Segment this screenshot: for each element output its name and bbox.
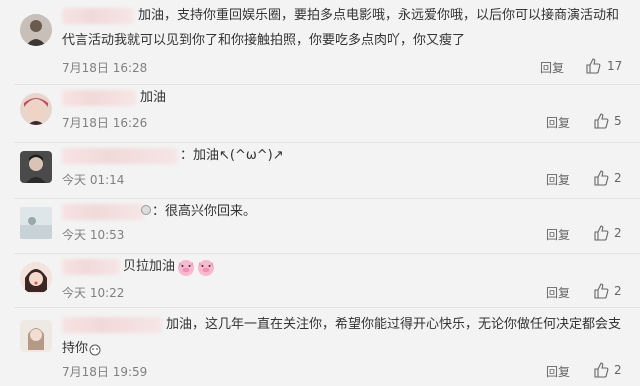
- username[interactable]: [62, 8, 134, 24]
- reply-button[interactable]: 回复: [546, 114, 570, 131]
- comment-item: 贝拉加油 今天 10:22 回复 2: [0, 254, 640, 307]
- like-count: 2: [614, 226, 622, 240]
- avatar[interactable]: [20, 262, 52, 294]
- like-count: 17: [607, 59, 623, 73]
- comment-text: 加油: [140, 90, 167, 105]
- comment-text-line2: 代言活动我就可以见到你了和你接触拍照，你要吃多点肉吖，你又瘦了: [62, 33, 466, 48]
- comment-time: 7月18日 19:59: [62, 365, 148, 379]
- like-count: 2: [614, 363, 622, 377]
- comment-text: 加油，这几年一直在关注你，希望你能过得开心快乐，无论你做任何决定都会支: [166, 317, 622, 332]
- avatar[interactable]: [20, 207, 52, 239]
- comment-text: 加油，支持你重回娱乐圈，要拍多点电影哦，永远爱你哦，以后你可以接商演活动和: [138, 8, 620, 23]
- thumbs-up-icon[interactable]: [593, 113, 609, 129]
- comment-list: 加油，支持你重回娱乐圈，要拍多点电影哦，永远爱你哦，以后你可以接商演活动和 代言…: [0, 0, 640, 386]
- avatar[interactable]: [20, 93, 52, 125]
- comment-time: 今天 10:53: [62, 228, 125, 242]
- comment-text-line2: 持你: [62, 341, 89, 356]
- comment-item: 加油，这几年一直在关注你，希望你能过得开心快乐，无论你做任何决定都会支 持你 7…: [0, 308, 640, 386]
- comment-time: 今天 10:22: [62, 286, 125, 300]
- emoji-icon: [89, 344, 101, 356]
- comment-time: 7月18日 16:26: [62, 116, 148, 130]
- reply-button[interactable]: 回复: [546, 171, 570, 188]
- username[interactable]: [62, 259, 120, 275]
- reply-button[interactable]: 回复: [546, 284, 570, 301]
- comment-item: 加油，支持你重回娱乐圈，要拍多点电影哦，永远爱你哦，以后你可以接商演活动和 代言…: [0, 0, 640, 84]
- comment-time: 今天 01:14: [62, 173, 125, 187]
- like-count: 2: [614, 284, 622, 298]
- thumbs-up-icon[interactable]: [593, 170, 609, 186]
- comment-text: ：加油↖(^ω^)↗: [180, 148, 284, 163]
- thumbs-up-icon[interactable]: [593, 225, 609, 241]
- reply-button[interactable]: 回复: [540, 59, 564, 76]
- avatar[interactable]: [20, 151, 52, 183]
- comment-item: 加油 7月18日 16:26 回复 5: [0, 85, 640, 142]
- comment-item: ：很高兴你回来。 今天 10:53 回复 2: [0, 199, 640, 253]
- reply-button[interactable]: 回复: [546, 363, 570, 380]
- thumbs-up-icon[interactable]: [593, 283, 609, 299]
- piglet-emoji-icon: [178, 260, 194, 276]
- username[interactable]: [62, 204, 144, 220]
- thumbs-up-icon[interactable]: [585, 58, 601, 74]
- like-count: 2: [614, 171, 622, 185]
- comment-text: ：很高兴你回来。: [152, 204, 257, 219]
- username[interactable]: [62, 148, 178, 164]
- username[interactable]: [62, 317, 162, 333]
- avatar[interactable]: [20, 320, 52, 352]
- username[interactable]: [62, 90, 136, 106]
- emoji-icon: [141, 205, 151, 215]
- thumbs-up-icon[interactable]: [593, 362, 609, 378]
- like-count: 5: [614, 114, 622, 128]
- avatar[interactable]: [20, 14, 52, 46]
- comment-time: 7月18日 16:28: [62, 61, 148, 75]
- comment-item: ：加油↖(^ω^)↗ 今天 01:14 回复 2: [0, 143, 640, 198]
- piglet-emoji-icon: [198, 260, 214, 276]
- comment-text: 贝拉加油: [123, 259, 176, 274]
- reply-button[interactable]: 回复: [546, 226, 570, 243]
